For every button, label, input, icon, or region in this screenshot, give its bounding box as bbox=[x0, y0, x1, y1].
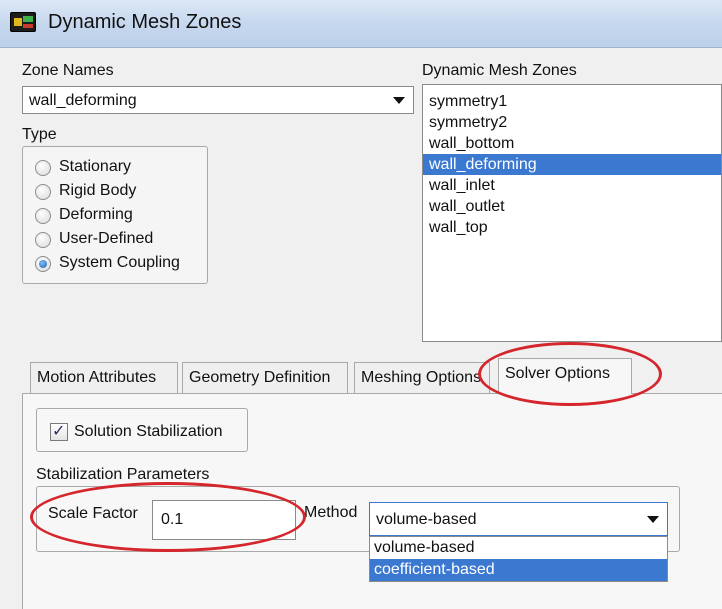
zone-names-dropdown[interactable]: wall_deforming bbox=[22, 86, 414, 114]
method-option-highlighted[interactable]: coefficient-based bbox=[370, 559, 667, 581]
app-icon bbox=[10, 12, 36, 32]
method-options-list[interactable]: volume-based coefficient-based bbox=[369, 536, 668, 582]
radio-button[interactable] bbox=[35, 232, 51, 248]
method-label: Method bbox=[304, 504, 358, 521]
method-option[interactable]: volume-based bbox=[370, 537, 667, 559]
type-groupbox: Stationary Rigid Body Deforming User-Def… bbox=[22, 146, 208, 284]
window-title: Dynamic Mesh Zones bbox=[48, 11, 242, 33]
zone-names-label: Zone Names bbox=[22, 62, 114, 79]
solution-stabilization-label: Solution Stabilization bbox=[74, 423, 223, 440]
chevron-down-icon bbox=[393, 97, 405, 104]
tab-solver-options[interactable]: Solver Options bbox=[498, 358, 632, 394]
scale-factor-label: Scale Factor bbox=[48, 505, 138, 522]
mesh-zones-label: Dynamic Mesh Zones bbox=[422, 62, 577, 79]
list-item-selected[interactable]: wall_deforming bbox=[423, 154, 721, 175]
method-dropdown[interactable]: volume-based bbox=[369, 502, 668, 536]
type-label: Type bbox=[22, 126, 57, 143]
list-item[interactable]: wall_outlet bbox=[423, 196, 721, 217]
title-bar: Dynamic Mesh Zones bbox=[0, 0, 722, 48]
scale-factor-input[interactable]: 0.1 bbox=[152, 500, 296, 540]
list-item[interactable]: symmetry1 bbox=[423, 91, 721, 112]
stabilization-parameters-label: Stabilization Parameters bbox=[36, 466, 210, 483]
list-item[interactable]: wall_inlet bbox=[423, 175, 721, 196]
radio-button[interactable] bbox=[35, 208, 51, 224]
radio-button[interactable] bbox=[35, 184, 51, 200]
radio-button[interactable] bbox=[35, 160, 51, 176]
scale-factor-value: 0.1 bbox=[161, 511, 184, 528]
mesh-zones-listbox[interactable]: symmetry1 symmetry2 wall_bottom wall_def… bbox=[422, 84, 722, 342]
list-item[interactable]: wall_top bbox=[423, 217, 721, 238]
solution-stabilization-checkbox[interactable]: ✓ bbox=[50, 423, 68, 441]
chevron-down-icon bbox=[647, 516, 659, 523]
checkmark-icon: ✓ bbox=[52, 423, 66, 440]
list-item[interactable]: wall_bottom bbox=[423, 133, 721, 154]
tab-meshing-options[interactable]: Meshing Options bbox=[354, 362, 490, 394]
radio-button-selected[interactable] bbox=[35, 256, 51, 272]
method-value: volume-based bbox=[376, 511, 477, 528]
list-item[interactable]: symmetry2 bbox=[423, 112, 721, 133]
tab-geometry-definition[interactable]: Geometry Definition bbox=[182, 362, 348, 394]
tab-motion-attributes[interactable]: Motion Attributes bbox=[30, 362, 178, 394]
zone-names-value: wall_deforming bbox=[29, 92, 137, 109]
